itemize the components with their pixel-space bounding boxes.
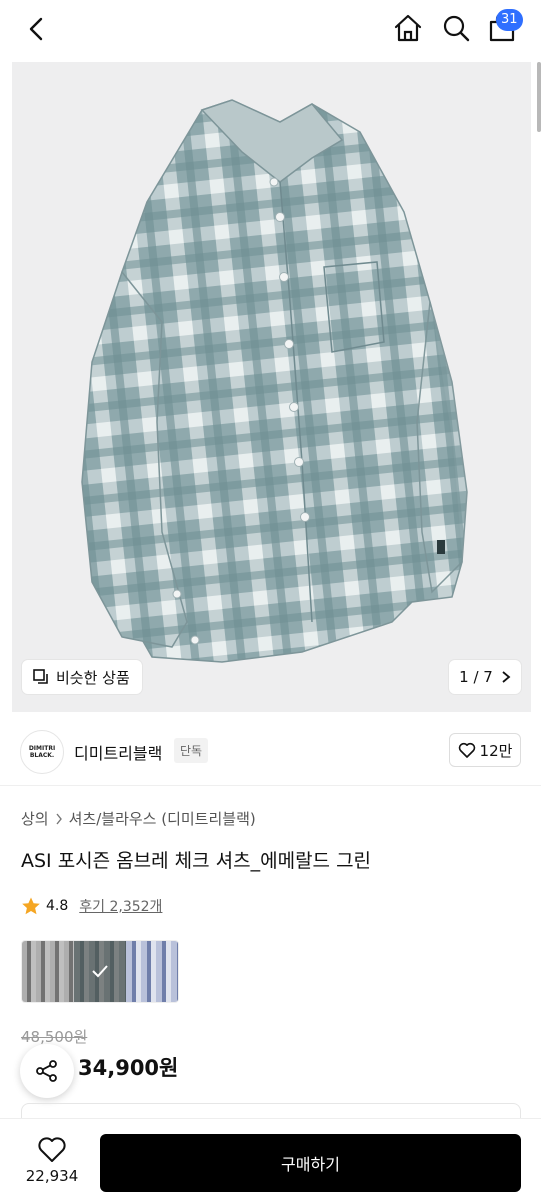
brand-logo-text-1: DIMITRI <box>28 745 56 752</box>
rating-score: 4.8 <box>46 898 69 914</box>
page-indicator: 1 / 7 <box>459 668 493 686</box>
brand-logo-text-2: BLACK. <box>29 752 55 759</box>
color-option-blue-check[interactable] <box>126 941 178 1002</box>
color-option-gray-check[interactable] <box>22 941 74 1002</box>
brand-name[interactable]: 디미트리블랙 <box>74 740 162 764</box>
brand-like-button[interactable]: 12만 <box>449 733 521 767</box>
chevron-right-icon <box>56 813 62 824</box>
heart-outline-icon <box>458 742 475 758</box>
home-icon[interactable] <box>392 12 424 44</box>
product-image <box>81 99 468 663</box>
share-button[interactable] <box>20 1044 74 1098</box>
similar-products-label: 비슷한 상품 <box>56 668 130 687</box>
similar-items-icon <box>33 669 48 684</box>
search-icon[interactable] <box>440 12 472 44</box>
breadcrumb-item-subcategory[interactable]: 셔츠/블라우스 (디미트리블랙) <box>69 808 256 829</box>
chevron-right-icon <box>502 671 511 683</box>
wish-button[interactable]: 22,934 <box>20 1135 84 1185</box>
top-bar: 31 <box>0 0 541 58</box>
review-link[interactable]: 후기 2,352개 <box>79 896 162 916</box>
cart-count-badge: 31 <box>496 9 523 31</box>
original-price: 48,500원 <box>21 1028 88 1046</box>
wish-count: 22,934 <box>25 1167 79 1185</box>
bottom-action-bar: 22,934 구매하기 <box>0 1118 541 1200</box>
share-icon <box>36 1060 57 1082</box>
brand-like-count: 12만 <box>479 741 513 760</box>
heart-outline-icon <box>38 1137 66 1162</box>
brand-logo[interactable]: DIMITRI BLACK. <box>20 730 64 774</box>
product-image-gallery[interactable]: 비슷한 상품 1 / 7 <box>12 62 531 712</box>
color-options <box>21 940 179 1003</box>
breadcrumb: 상의 셔츠/블라우스 (디미트리블랙) <box>21 808 256 829</box>
sale-price: 34,900원 <box>78 1056 179 1080</box>
image-pager[interactable]: 1 / 7 <box>449 660 521 694</box>
color-option-emerald-green[interactable] <box>74 941 126 1002</box>
exclusive-badge: 단독 <box>174 738 209 763</box>
product-title: ASI 포시즌 옴브레 체크 셔츠_에메랄드 그린 <box>21 850 372 872</box>
scrollbar[interactable] <box>537 62 541 132</box>
star-icon <box>22 897 40 915</box>
check-icon <box>92 965 108 978</box>
buy-button[interactable]: 구매하기 <box>100 1134 521 1192</box>
rating-row: 4.8 후기 2,352개 <box>21 896 162 916</box>
brand-row: DIMITRI BLACK. 디미트리블랙 단독 12만 <box>0 726 541 786</box>
back-icon[interactable] <box>22 14 52 44</box>
breadcrumb-item-category[interactable]: 상의 <box>21 808 49 829</box>
similar-products-button[interactable]: 비슷한 상품 <box>22 660 142 694</box>
